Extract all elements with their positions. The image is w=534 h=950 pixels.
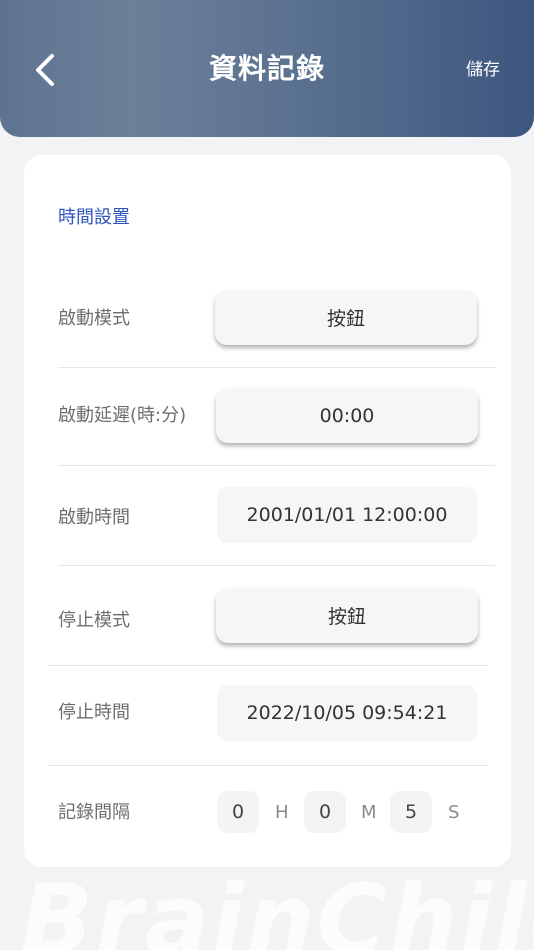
divider (48, 765, 488, 766)
divider (58, 465, 495, 466)
divider (58, 565, 495, 566)
stop-mode-label: 停止模式 (58, 610, 130, 631)
stop-time-field[interactable]: 2022/10/05 09:54:21 (217, 685, 477, 741)
start-delay-label: 啟動延遲(時:分) (58, 405, 187, 426)
seconds-unit: S (448, 802, 460, 823)
start-mode-label: 啟動模式 (58, 308, 130, 329)
stop-mode-button[interactable]: 按鈕 (216, 588, 478, 643)
brand-watermark: BrainChild (20, 870, 534, 950)
start-mode-button[interactable]: 按鈕 (215, 290, 477, 345)
page-title: 資料記錄 (208, 52, 325, 85)
stop-time-label: 停止時間 (58, 702, 130, 723)
log-interval-label: 記錄間隔 (58, 802, 130, 823)
start-time-field[interactable]: 2001/01/01 12:00:00 (217, 487, 477, 543)
interval-hours-input[interactable]: 0 (217, 791, 259, 833)
start-time-label: 啟動時間 (58, 507, 130, 528)
interval-seconds-input[interactable]: 5 (390, 791, 432, 833)
app-header: 資料記錄 儲存 (0, 0, 534, 137)
settings-card: 時間設置 啟動模式 按鈕 啟動延遲(時:分) 00:00 啟動時間 2001/0… (24, 155, 511, 867)
hours-unit: H (275, 802, 289, 823)
divider (48, 665, 488, 666)
save-button[interactable]: 儲存 (466, 58, 500, 82)
interval-minutes-input[interactable]: 0 (304, 791, 346, 833)
section-title: 時間設置 (58, 207, 130, 228)
start-delay-button[interactable]: 00:00 (216, 388, 478, 443)
divider (58, 367, 495, 368)
minutes-unit: M (361, 802, 377, 823)
